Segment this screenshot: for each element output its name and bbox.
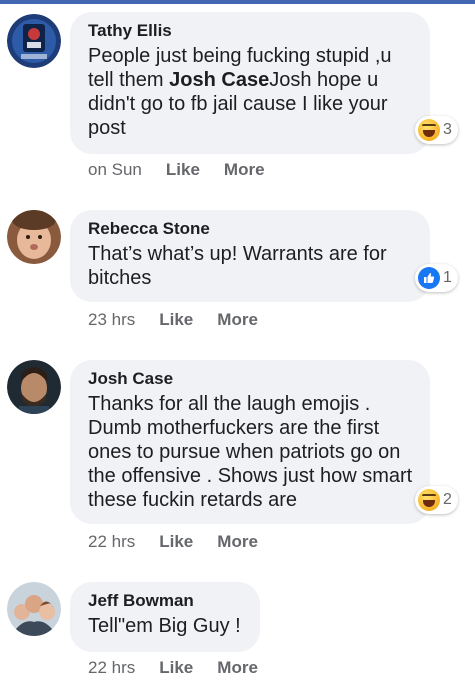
comment-actions: 22 hrs Like More (88, 658, 282, 678)
reaction-count: 3 (443, 121, 452, 138)
comment-actions: on Sun Like More (88, 160, 289, 180)
haha-icon (418, 489, 440, 511)
reaction-summary[interactable]: 2 (415, 486, 458, 514)
avatar[interactable] (7, 582, 61, 636)
comment-author[interactable]: Tathy Ellis (88, 20, 414, 42)
comment-bubble: Rebecca Stone That’s what’s up! Warrants… (70, 210, 430, 302)
comment-bubble: Jeff Bowman Tell"em Big Guy ! (70, 582, 260, 652)
more-button[interactable]: More (224, 160, 265, 180)
avatar[interactable] (7, 360, 61, 414)
comment-bubble: Josh Case Thanks for all the laugh emoji… (70, 360, 430, 524)
comment-author[interactable]: Jeff Bowman (88, 590, 244, 612)
like-button[interactable]: Like (166, 160, 200, 180)
comment-text: That’s what’s up! Warrants are for bitch… (88, 243, 387, 289)
reaction-count: 1 (443, 269, 452, 286)
comment-text: Thanks for all the laugh emojis . Dumb m… (88, 393, 413, 511)
timestamp[interactable]: on Sun (88, 160, 142, 180)
more-button[interactable]: More (217, 532, 258, 552)
comment-author[interactable]: Josh Case (88, 368, 414, 390)
comment-bubble: Tathy Ellis People just being fucking st… (70, 12, 430, 154)
mention-link[interactable]: Josh Case (169, 69, 269, 91)
timestamp[interactable]: 22 hrs (88, 658, 135, 678)
like-button[interactable]: Like (159, 658, 193, 678)
comment-actions: 22 hrs Like More (88, 532, 282, 552)
haha-icon (418, 119, 440, 141)
like-icon (418, 267, 440, 289)
timestamp[interactable]: 22 hrs (88, 532, 135, 552)
avatar[interactable] (7, 14, 61, 68)
like-button[interactable]: Like (159, 310, 193, 330)
comment-actions: 23 hrs Like More (88, 310, 282, 330)
more-button[interactable]: More (217, 658, 258, 678)
comment-text: People just being fucking stupid ,u tell… (88, 45, 392, 139)
reaction-summary[interactable]: 3 (415, 116, 458, 144)
avatar[interactable] (7, 210, 61, 264)
reaction-count: 2 (443, 491, 452, 508)
top-bar (0, 0, 475, 4)
comment-text: Tell"em Big Guy ! (88, 615, 241, 637)
like-button[interactable]: Like (159, 532, 193, 552)
comment-author[interactable]: Rebecca Stone (88, 218, 414, 240)
timestamp[interactable]: 23 hrs (88, 310, 135, 330)
reaction-summary[interactable]: 1 (415, 264, 458, 292)
more-button[interactable]: More (217, 310, 258, 330)
